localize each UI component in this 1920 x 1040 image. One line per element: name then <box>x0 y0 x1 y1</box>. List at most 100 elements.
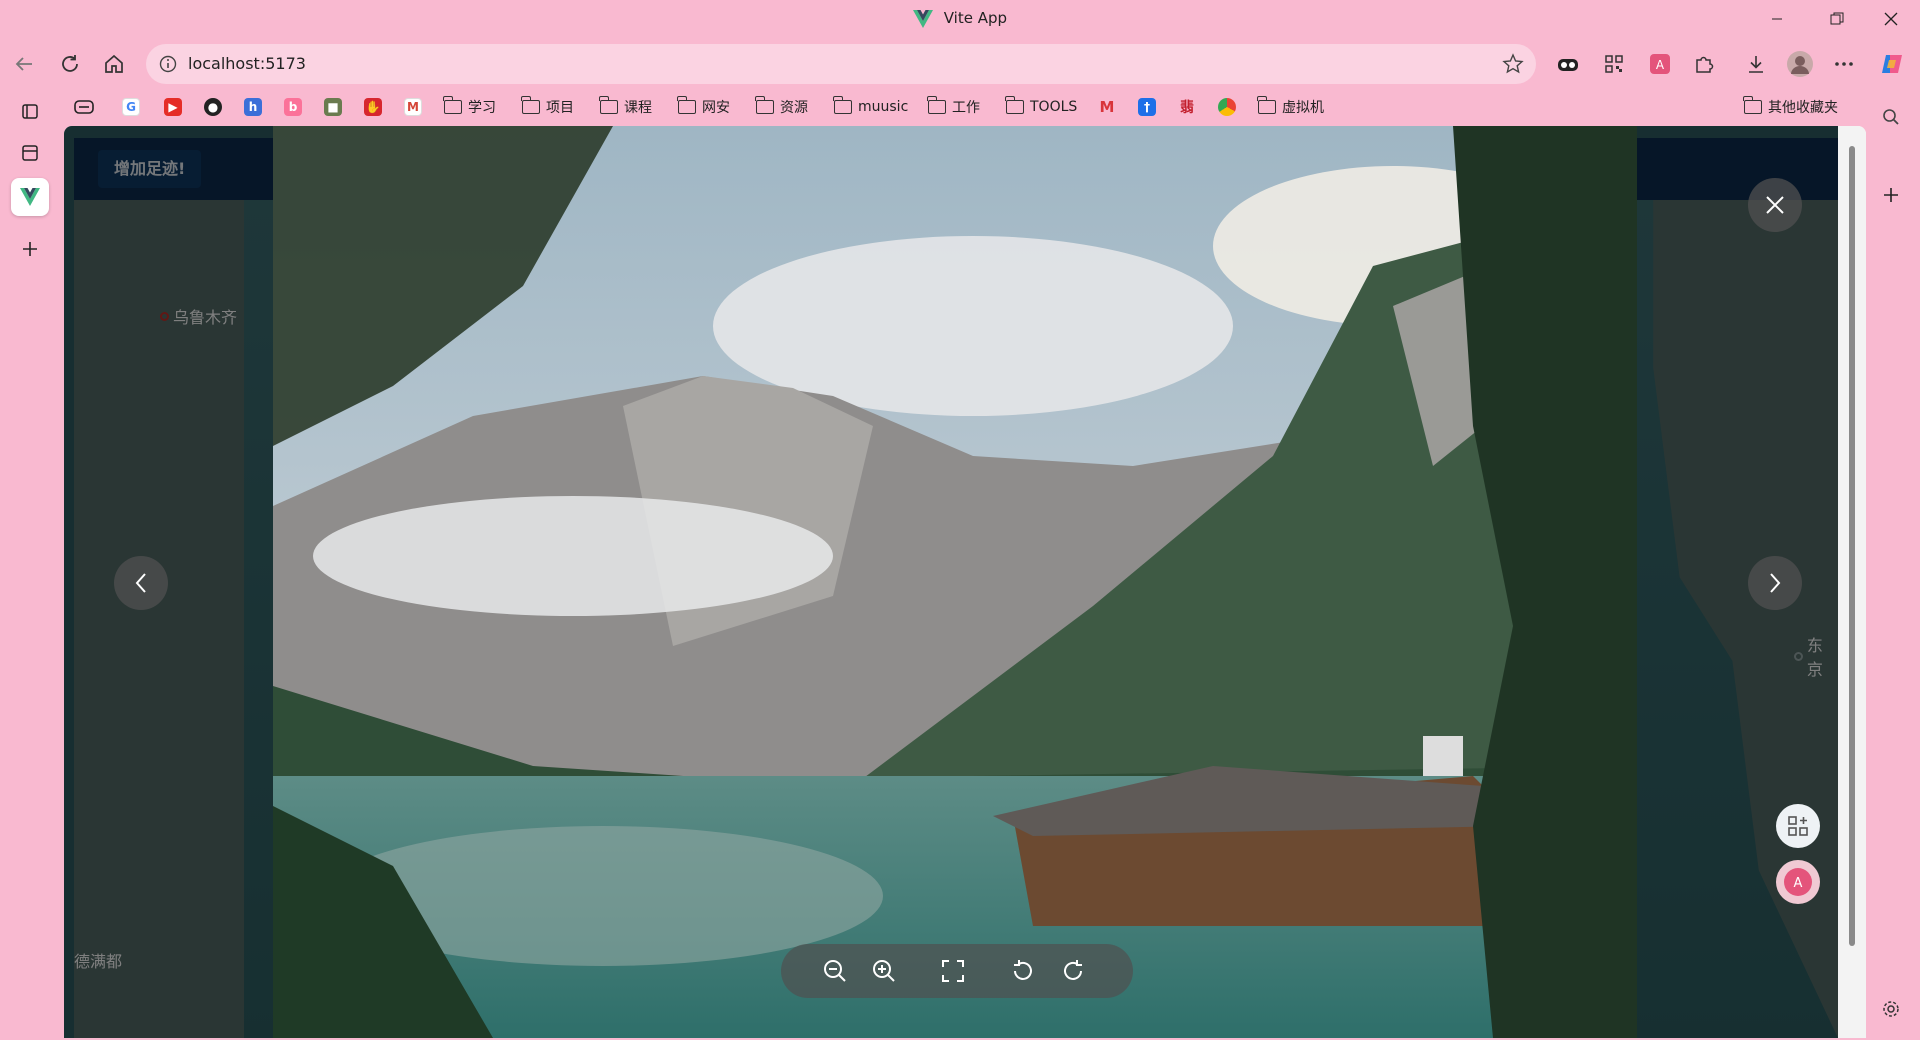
bookmark-folder-courses[interactable]: 课程 <box>599 92 652 122</box>
bookmark-gmail[interactable]: M <box>404 92 428 122</box>
scrollbar-thumb[interactable] <box>1849 146 1855 946</box>
bookmark-other-folder[interactable]: 其他收藏夹 <box>1743 92 1838 122</box>
fullscreen-icon <box>942 960 964 982</box>
youtube-icon: ▶ <box>164 98 182 116</box>
bookmark-image-site[interactable]: ■ <box>324 92 348 122</box>
info-icon <box>159 55 177 73</box>
bookmark-pill-icon <box>74 100 94 114</box>
tab-vite-app[interactable] <box>11 178 49 216</box>
close-icon <box>1766 196 1784 214</box>
download-icon <box>1749 56 1763 73</box>
chrome-icon <box>1218 98 1236 116</box>
home-icon <box>105 54 123 73</box>
bookmark-chrome-site[interactable] <box>1218 92 1242 122</box>
bookmark-google[interactable]: G <box>122 92 146 122</box>
m-logo-icon: M <box>1099 98 1115 116</box>
page-scrollbar[interactable] <box>1838 126 1866 1038</box>
vite-logo-icon <box>20 188 40 206</box>
zoom-out-button[interactable] <box>821 957 849 985</box>
bookmark-folder-security[interactable]: 网安 <box>677 92 730 122</box>
extension-qr-button[interactable] <box>1600 50 1628 78</box>
bookmark-folder-study[interactable]: 学习 <box>443 92 496 122</box>
qr-code-icon <box>1605 55 1623 73</box>
preview-image <box>273 126 1637 1038</box>
more-menu-button[interactable] <box>1830 50 1858 78</box>
home-button[interactable] <box>98 48 130 80</box>
svg-text:A: A <box>1794 876 1803 891</box>
sidebar-search-button[interactable] <box>1872 98 1910 136</box>
translate-extension-button[interactable]: A <box>1646 50 1674 78</box>
bookmark-folder-work[interactable]: 工作 <box>927 92 980 122</box>
bookmark-blue-site[interactable]: † <box>1138 92 1162 122</box>
tab-actions-icon <box>22 104 38 119</box>
bookmark-youtube[interactable]: ▶ <box>164 92 188 122</box>
copilot-button[interactable] <box>1878 50 1906 78</box>
google-icon: G <box>122 98 140 116</box>
close-icon <box>1884 12 1898 26</box>
bookmark-extension[interactable] <box>74 92 94 122</box>
bilibili-icon: b <box>284 98 302 116</box>
workspaces-icon <box>22 145 38 161</box>
profile-avatar[interactable] <box>1786 50 1814 78</box>
zoom-in-button[interactable] <box>870 957 898 985</box>
fit-screen-button[interactable] <box>939 957 967 985</box>
downloads-button[interactable] <box>1742 50 1770 78</box>
browser-toolbar: localhost:5173 A <box>0 40 1920 88</box>
gear-icon <box>1883 1001 1899 1017</box>
folder-icon <box>833 96 852 114</box>
translate-icon: A <box>1784 868 1812 896</box>
bookmark-folder-muusic[interactable]: muusic <box>833 92 908 122</box>
avatar-icon <box>1787 51 1813 77</box>
right-sidebar <box>1866 92 1920 1040</box>
more-dots-icon <box>1835 62 1853 66</box>
bookmark-folder-tools[interactable]: TOOLS <box>1005 92 1077 122</box>
chevron-right-icon <box>1770 573 1781 593</box>
rotate-right-icon <box>1064 960 1082 980</box>
sidebar-settings-button[interactable] <box>1872 990 1910 1028</box>
minimize-button[interactable] <box>1754 4 1800 34</box>
zoom-out-icon <box>824 960 846 982</box>
favorite-star-icon[interactable] <box>1502 53 1524 75</box>
folder-icon <box>755 96 774 114</box>
floating-grid-button[interactable] <box>1776 804 1820 848</box>
back-button[interactable] <box>8 48 40 80</box>
folder-icon <box>599 96 618 114</box>
bookmark-github[interactable]: ● <box>204 92 228 122</box>
viewer-close-button[interactable] <box>1748 178 1802 232</box>
viewer-next-button[interactable] <box>1748 556 1802 610</box>
address-bar[interactable]: localhost:5173 <box>146 44 1536 84</box>
bookmark-folder-resources[interactable]: 资源 <box>755 92 808 122</box>
plus-icon <box>1884 188 1898 202</box>
copilot-icon <box>1882 55 1902 73</box>
glasses-icon <box>1558 59 1578 71</box>
back-arrow-icon <box>15 57 32 71</box>
translate-icon: A <box>1650 54 1670 74</box>
blue-logo-icon: † <box>1138 98 1156 116</box>
viewer-prev-button[interactable] <box>114 556 168 610</box>
rotate-right-button[interactable] <box>1059 957 1087 985</box>
bookmark-chinese-site[interactable]: 翡 <box>1178 92 1202 122</box>
extension-glasses-button[interactable] <box>1554 50 1582 78</box>
floating-translate-button[interactable]: A <box>1776 860 1820 904</box>
reload-button[interactable] <box>54 48 86 80</box>
bookmark-m-site[interactable]: M <box>1098 92 1122 122</box>
rotate-left-button[interactable] <box>1009 957 1037 985</box>
new-tab-button[interactable] <box>11 230 49 268</box>
grid-add-icon <box>1788 816 1808 836</box>
sidebar-add-button[interactable] <box>1872 176 1910 214</box>
bookmark-h[interactable]: h <box>244 92 268 122</box>
viewer-action-bar <box>781 944 1133 998</box>
title-bar: Vite App <box>0 0 1920 38</box>
tab-actions-button[interactable] <box>11 92 49 130</box>
bookmark-folder-vm[interactable]: 虚拟机 <box>1257 92 1324 122</box>
restore-icon <box>1830 12 1844 25</box>
workspaces-button[interactable] <box>11 134 49 172</box>
vite-logo-icon <box>912 9 933 28</box>
extensions-button[interactable] <box>1690 50 1718 78</box>
plus-icon <box>23 242 37 256</box>
bookmark-bilibili[interactable]: b <box>284 92 308 122</box>
restore-button[interactable] <box>1814 4 1860 34</box>
bookmark-red-site[interactable]: ✋ <box>364 92 388 122</box>
close-window-button[interactable] <box>1868 4 1914 34</box>
bookmark-folder-projects[interactable]: 项目 <box>521 92 574 122</box>
